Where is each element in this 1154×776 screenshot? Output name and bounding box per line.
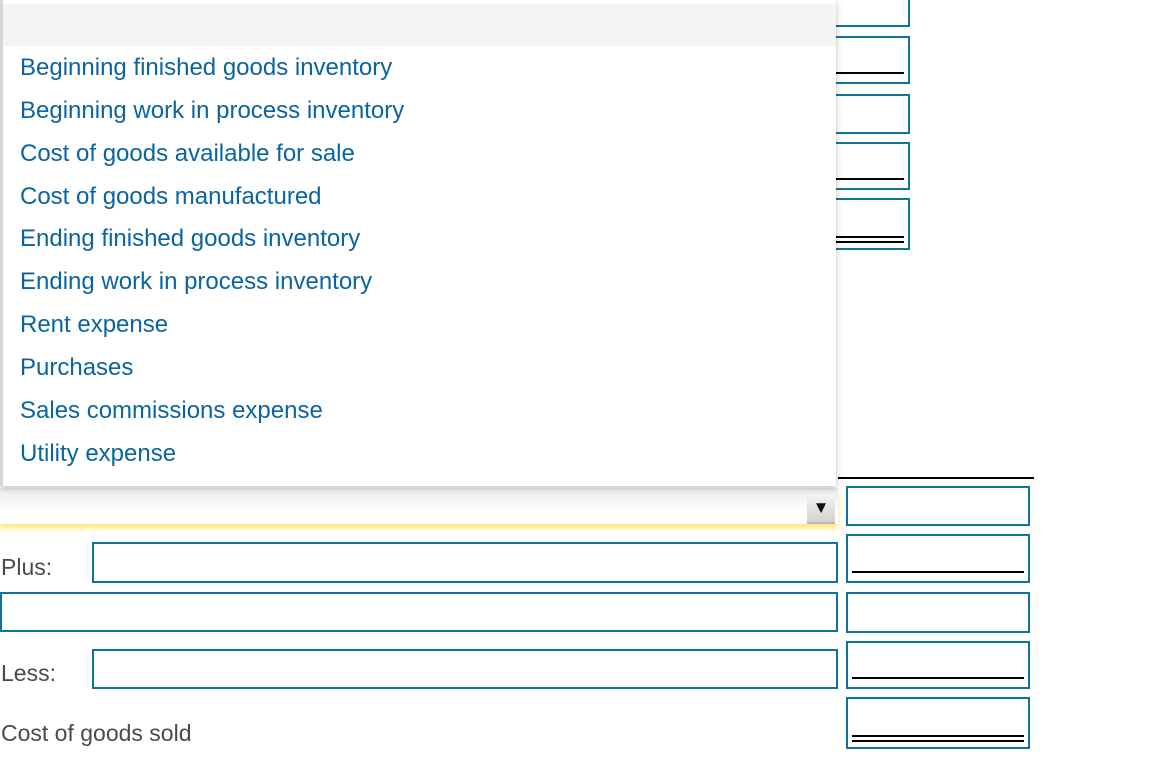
account-dropdown-list[interactable]: Beginning finished goods inventory Begin… <box>0 0 836 486</box>
top-amount-input-4[interactable] <box>830 142 910 190</box>
dropdown-option[interactable]: Cost of goods available for sale <box>20 140 355 168</box>
top-amount-input-1[interactable] <box>830 0 910 27</box>
dropdown-option[interactable]: Beginning work in process inventory <box>20 97 404 125</box>
total-rule-upper <box>852 735 1024 737</box>
dropdown-option[interactable]: Ending work in process inventory <box>20 268 372 296</box>
dropdown-option[interactable]: Sales commissions expense <box>20 397 323 425</box>
total-rule-upper <box>836 236 904 238</box>
subtotal-rule <box>852 677 1024 679</box>
less-label: Less: <box>1 660 56 686</box>
dropdown-blank-option[interactable] <box>3 4 836 46</box>
amount-input-1[interactable] <box>846 486 1030 526</box>
subtotal-rule <box>836 178 904 180</box>
total-rule-lower <box>836 241 904 243</box>
subtotal-rule <box>836 72 904 74</box>
total-rule-lower <box>852 740 1024 742</box>
amount-input-4[interactable] <box>846 641 1030 689</box>
top-amount-input-5[interactable] <box>830 198 910 250</box>
dropdown-option[interactable]: Purchases <box>20 354 133 382</box>
plus-label: Plus: <box>1 554 53 580</box>
less-account-input[interactable] <box>92 649 838 689</box>
amount-input-3[interactable] <box>846 592 1030 633</box>
dropdown-option[interactable]: Beginning finished goods inventory <box>20 54 392 82</box>
column-top-rule <box>838 477 1034 479</box>
dropdown-option[interactable]: Cost of goods manufactured <box>20 183 322 211</box>
dropdown-option[interactable]: Ending finished goods inventory <box>20 225 360 253</box>
cogs-label: Cost of goods sold <box>1 720 192 746</box>
subtotal-rule <box>852 571 1024 573</box>
dropdown-option[interactable]: Rent expense <box>20 311 168 339</box>
dropdown-option[interactable]: Utility expense <box>20 440 176 468</box>
top-amount-input-3[interactable] <box>830 94 910 134</box>
cogs-amount-input[interactable] <box>846 697 1030 749</box>
dropdown-arrow-icon[interactable]: ▼ <box>807 494 835 524</box>
second-account-input[interactable] <box>0 592 838 632</box>
plus-account-input[interactable] <box>92 542 838 583</box>
amount-input-2[interactable] <box>846 534 1030 583</box>
top-amount-input-2[interactable] <box>830 36 910 84</box>
account-select[interactable]: ▼ <box>0 488 838 524</box>
